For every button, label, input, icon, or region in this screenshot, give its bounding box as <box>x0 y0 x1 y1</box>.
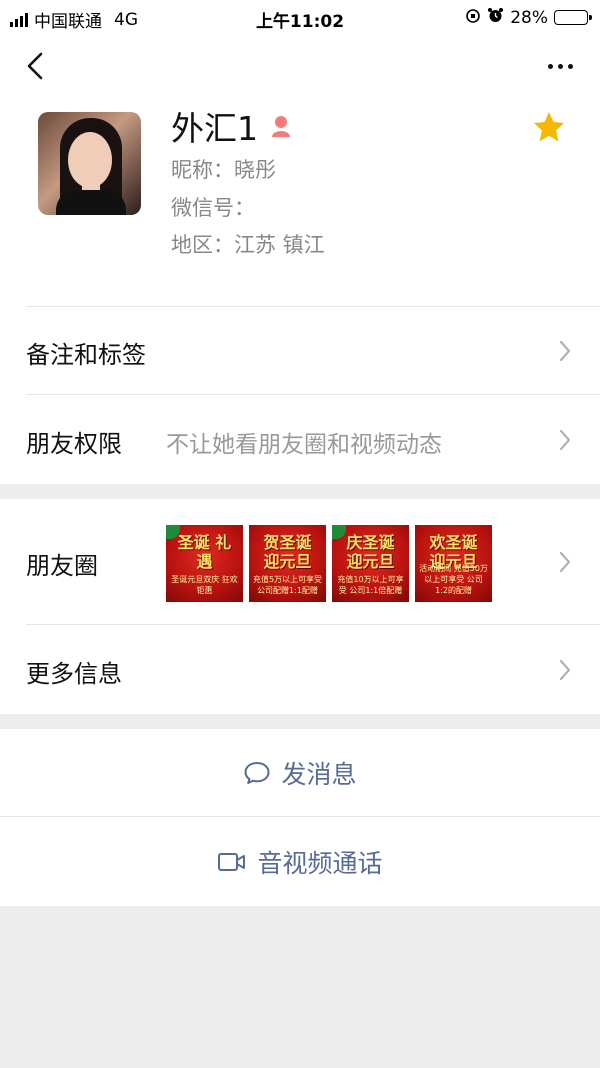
chevron-right-icon <box>559 659 571 681</box>
more-dots-icon <box>547 63 573 69</box>
moments-thumbnail: 庆圣诞 迎元旦 充值10万以上可享受 公司1:1倍配赠 <box>332 525 409 602</box>
chat-bubble-icon <box>244 762 270 784</box>
friend-permission-value: 不让她看朋友圈和视频动态 <box>166 432 442 458</box>
video-call-button[interactable]: 音视频通话 <box>0 817 600 906</box>
nav-bar <box>0 34 600 98</box>
female-icon <box>272 116 290 137</box>
alarm-icon <box>487 7 504 28</box>
moments-thumbnails: 圣诞 礼遇 圣诞元旦双庆 狂欢钜惠 贺圣诞 迎元旦 充值5万以上可享受 公司配赠… <box>166 525 492 602</box>
more-info-row[interactable]: 更多信息 <box>0 625 600 714</box>
remark-tags-label: 备注和标签 <box>26 341 146 369</box>
more-options-button[interactable] <box>540 50 580 82</box>
send-message-button[interactable]: 发消息 <box>0 729 600 817</box>
back-button[interactable] <box>22 48 52 84</box>
status-bar: 中国联通 4G 上午11:02 28% <box>0 0 600 34</box>
moments-thumbnail: 欢圣诞 迎元旦 活动期间 充值30万以上可享受 公司1:2的配赠 <box>415 525 492 602</box>
chevron-left-icon <box>27 52 43 80</box>
more-info-label: 更多信息 <box>26 660 122 688</box>
friend-permission-row[interactable]: 朋友权限 不让她看朋友圈和视频动态 <box>0 395 600 484</box>
send-message-label: 发消息 <box>281 760 357 789</box>
chevron-right-icon <box>559 551 571 573</box>
wechat-id: 微信号： <box>171 196 255 220</box>
nickname: 昵称：晓彤 <box>171 158 276 182</box>
moments-thumbnail: 圣诞 礼遇 圣诞元旦双庆 狂欢钜惠 <box>166 525 243 602</box>
profile-header: 外汇1 昵称：晓彤 微信号： 地区：江苏 镇江 <box>0 98 600 307</box>
battery-icon <box>554 10 592 25</box>
moments-label: 朋友圈 <box>26 552 98 580</box>
video-camera-icon <box>218 852 246 871</box>
battery-percent: 28% <box>510 7 548 28</box>
rotation-lock-icon <box>465 8 481 28</box>
chevron-right-icon <box>559 340 571 362</box>
video-call-label: 音视频通话 <box>257 848 383 878</box>
friend-permission-label: 朋友权限 <box>26 430 122 458</box>
chevron-right-icon <box>559 429 571 451</box>
star-icon[interactable] <box>532 110 566 144</box>
avatar[interactable] <box>38 112 141 215</box>
moments-thumbnail: 贺圣诞 迎元旦 充值5万以上可享受 公司配赠1:1配赠 <box>249 525 326 602</box>
moments-row[interactable]: 朋友圈 圣诞 礼遇 圣诞元旦双庆 狂欢钜惠 贺圣诞 迎元旦 充值5万以上可享受 … <box>0 499 600 625</box>
contact-name: 外汇1 <box>171 109 258 148</box>
region: 地区：江苏 镇江 <box>171 233 325 257</box>
remark-tags-row[interactable]: 备注和标签 <box>0 307 600 395</box>
